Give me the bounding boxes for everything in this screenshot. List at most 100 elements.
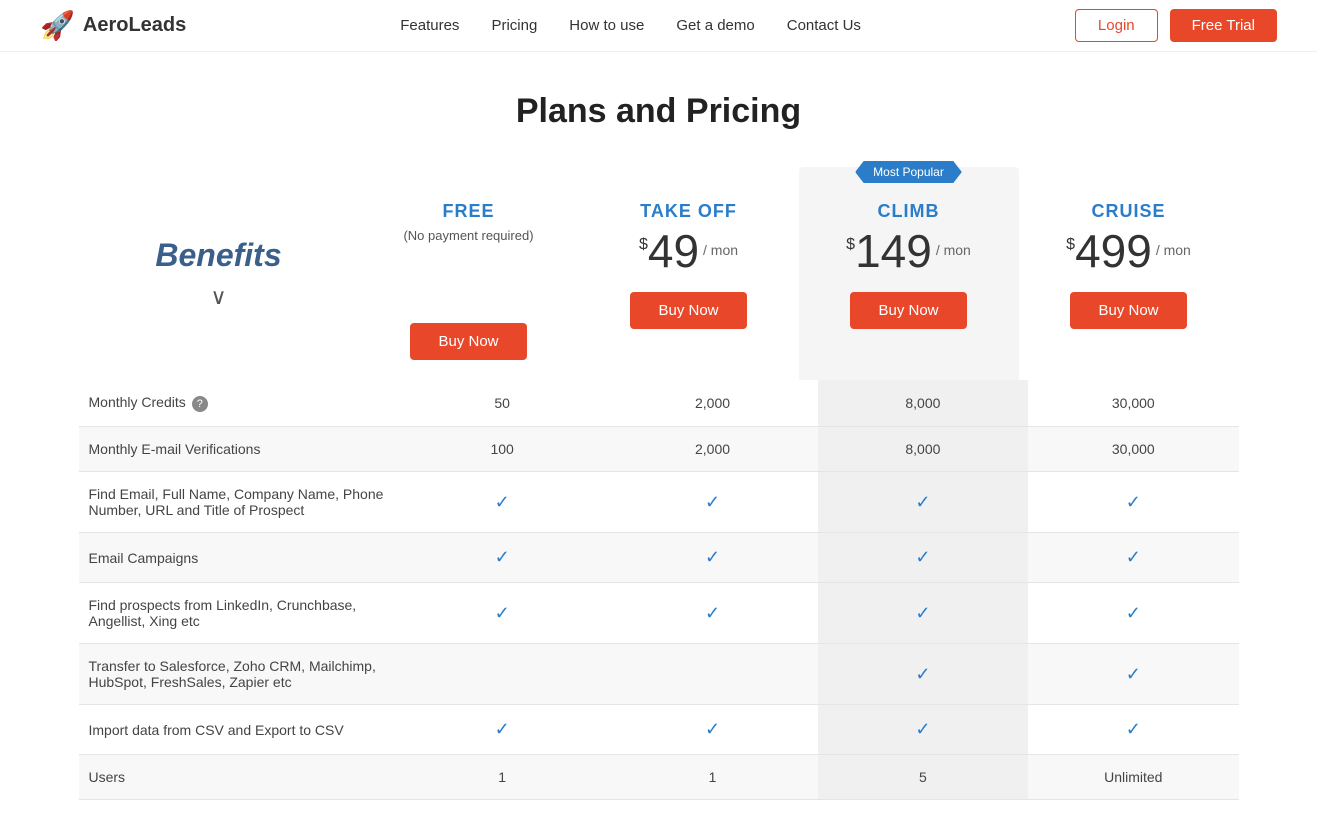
- login-button[interactable]: Login: [1075, 9, 1158, 42]
- benefit-cell-7: Users: [79, 755, 397, 800]
- table-cell-5-3: ✓: [1028, 644, 1238, 705]
- table-cell-5-1: [607, 644, 817, 705]
- plan-subtitle-free: (No payment required): [403, 228, 533, 243]
- price-period-takeoff: / mon: [703, 242, 738, 258]
- table-cell-1-3: 30,000: [1028, 427, 1238, 472]
- pricing-header: Benefits ∨ FREE (No payment required) Buy …: [79, 167, 1239, 380]
- check-icon: ✓: [495, 719, 510, 739]
- price-dollar-cruise: $: [1066, 236, 1075, 254]
- table-cell-4-2: ✓: [818, 583, 1028, 644]
- table-cell-7-3: Unlimited: [1028, 755, 1238, 800]
- table-cell-3-1: ✓: [607, 533, 817, 583]
- price-amount-takeoff: 49: [648, 228, 699, 274]
- table-cell-4-0: ✓: [397, 583, 607, 644]
- table-cell-7-1: 1: [607, 755, 817, 800]
- benefit-cell-1: Monthly E-mail Verifications: [79, 427, 397, 472]
- check-icon: ✓: [705, 719, 720, 739]
- table-row: Users115Unlimited: [79, 755, 1239, 800]
- price-dollar-climb: $: [846, 236, 855, 254]
- table-cell-6-3: ✓: [1028, 705, 1238, 755]
- table-cell-3-3: ✓: [1028, 533, 1238, 583]
- table-row: Find Email, Full Name, Company Name, Pho…: [79, 472, 1239, 533]
- help-icon[interactable]: ?: [192, 396, 208, 412]
- table-cell-3-2: ✓: [818, 533, 1028, 583]
- table-cell-6-2: ✓: [818, 705, 1028, 755]
- check-icon: ✓: [1126, 492, 1141, 512]
- benefit-cell-0: Monthly Credits?: [79, 380, 397, 427]
- check-icon: ✓: [705, 492, 720, 512]
- table-cell-7-2: 5: [818, 755, 1028, 800]
- table-cell-0-3: 30,000: [1028, 380, 1238, 427]
- main-content: Plans and Pricing Benefits ∨ FREE (No pay…: [59, 52, 1259, 840]
- buynow-btn-climb[interactable]: Buy Now: [850, 292, 966, 329]
- table-cell-2-3: ✓: [1028, 472, 1238, 533]
- price-period-cruise: / mon: [1156, 242, 1191, 258]
- table-cell-2-1: ✓: [607, 472, 817, 533]
- table-cell-0-2: 8,000: [818, 380, 1028, 427]
- table-row: Transfer to Salesforce, Zoho CRM, Mailch…: [79, 644, 1239, 705]
- buynow-btn-cruise[interactable]: Buy Now: [1070, 292, 1186, 329]
- plan-name-free: FREE: [442, 201, 494, 222]
- check-icon: ✓: [915, 603, 930, 623]
- table-cell-5-2: ✓: [818, 644, 1028, 705]
- nav-links: Features Pricing How to use Get a demo Conta…: [400, 17, 861, 34]
- table-cell-7-0: 1: [397, 755, 607, 800]
- price-amount-cruise: 499: [1075, 228, 1152, 274]
- benefit-cell-3: Email Campaigns: [79, 533, 397, 583]
- chevron-down-icon[interactable]: ∨: [210, 284, 226, 310]
- table-cell-6-0: ✓: [397, 705, 607, 755]
- table-cell-0-1: 2,000: [607, 380, 817, 427]
- plan-col-free: FREE (No payment required) Buy Now: [359, 167, 579, 380]
- price-period-climb: / mon: [936, 242, 971, 258]
- benefit-cell-2: Find Email, Full Name, Company Name, Pho…: [79, 472, 397, 533]
- table-cell-0-0: 50: [397, 380, 607, 427]
- page-title: Plans and Pricing: [79, 92, 1239, 131]
- benefits-label: Benefits: [155, 237, 281, 274]
- nav-link-how-to-use[interactable]: How to use: [569, 17, 644, 34]
- table-cell-1-1: 2,000: [607, 427, 817, 472]
- pricing-table: Monthly Credits?502,0008,00030,000 Monthl…: [79, 380, 1239, 800]
- plan-col-climb: Most PopularCLIMB $ 149 / mon Buy Now: [799, 167, 1019, 380]
- buynow-btn-takeoff[interactable]: Buy Now: [630, 292, 746, 329]
- nav-link-features[interactable]: Features: [400, 17, 459, 34]
- table-row: Email Campaigns✓✓✓✓: [79, 533, 1239, 583]
- check-icon: ✓: [495, 603, 510, 623]
- check-icon: ✓: [495, 492, 510, 512]
- table-cell-6-1: ✓: [607, 705, 817, 755]
- table-cell-2-2: ✓: [818, 472, 1028, 533]
- table-cell-3-0: ✓: [397, 533, 607, 583]
- nav-link-get-a-demo[interactable]: Get a demo: [676, 17, 754, 34]
- check-icon: ✓: [915, 719, 930, 739]
- table-cell-4-1: ✓: [607, 583, 817, 644]
- check-icon: ✓: [705, 603, 720, 623]
- price-amount-climb: 149: [855, 228, 932, 274]
- check-icon: ✓: [1126, 719, 1141, 739]
- logo-link[interactable]: 🚀 AeroLeads: [40, 9, 186, 42]
- plan-price-cruise: $ 499 / mon: [1066, 228, 1191, 274]
- buynow-btn-free[interactable]: Buy Now: [410, 323, 526, 360]
- nav-actions: Login Free Trial: [1075, 9, 1277, 42]
- logo-text: AeroLeads: [83, 14, 186, 37]
- plan-col-cruise: CRUISE $ 499 / mon Buy Now: [1019, 167, 1239, 380]
- price-dollar-takeoff: $: [639, 236, 648, 254]
- logo-icon: 🚀: [40, 9, 75, 42]
- benefit-cell-5: Transfer to Salesforce, Zoho CRM, Mailch…: [79, 644, 397, 705]
- most-popular-badge: Most Popular: [855, 161, 962, 183]
- benefit-cell-4: Find prospects from LinkedIn, Crunchbase…: [79, 583, 397, 644]
- check-icon: ✓: [705, 547, 720, 567]
- nav-link-contact-us[interactable]: Contact Us: [787, 17, 861, 34]
- table-row: Find prospects from LinkedIn, Crunchbase…: [79, 583, 1239, 644]
- plan-name-climb: CLIMB: [878, 201, 940, 222]
- check-icon: ✓: [1126, 547, 1141, 567]
- table-cell-4-3: ✓: [1028, 583, 1238, 644]
- freetrial-button[interactable]: Free Trial: [1170, 9, 1277, 42]
- nav-link-pricing[interactable]: Pricing: [491, 17, 537, 34]
- benefits-cell: Benefits ∨: [79, 167, 359, 380]
- table-row: Import data from CSV and Export to CSV✓✓…: [79, 705, 1239, 755]
- check-icon: ✓: [915, 492, 930, 512]
- table-cell-2-0: ✓: [397, 472, 607, 533]
- plan-col-takeoff: TAKE OFF $ 49 / mon Buy Now: [579, 167, 799, 380]
- check-icon: ✓: [1126, 664, 1141, 684]
- check-icon: ✓: [915, 547, 930, 567]
- plan-name-cruise: CRUISE: [1091, 201, 1165, 222]
